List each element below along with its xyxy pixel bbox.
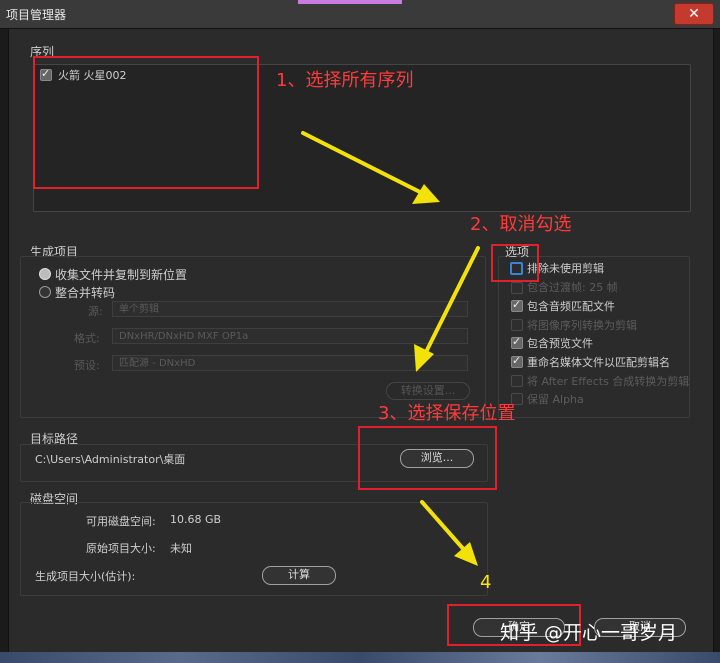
arrow-3-head	[454, 542, 478, 566]
arrow-2	[423, 246, 480, 356]
arrow-2-head	[414, 344, 434, 372]
arrow-1	[301, 131, 424, 195]
watermark: 知乎 @开心一哥岁月	[500, 622, 678, 644]
arrow-3	[420, 500, 468, 554]
arrow-1-head	[412, 184, 440, 204]
annotation-arrows	[301, 131, 480, 566]
timeline-strip	[0, 652, 720, 663]
